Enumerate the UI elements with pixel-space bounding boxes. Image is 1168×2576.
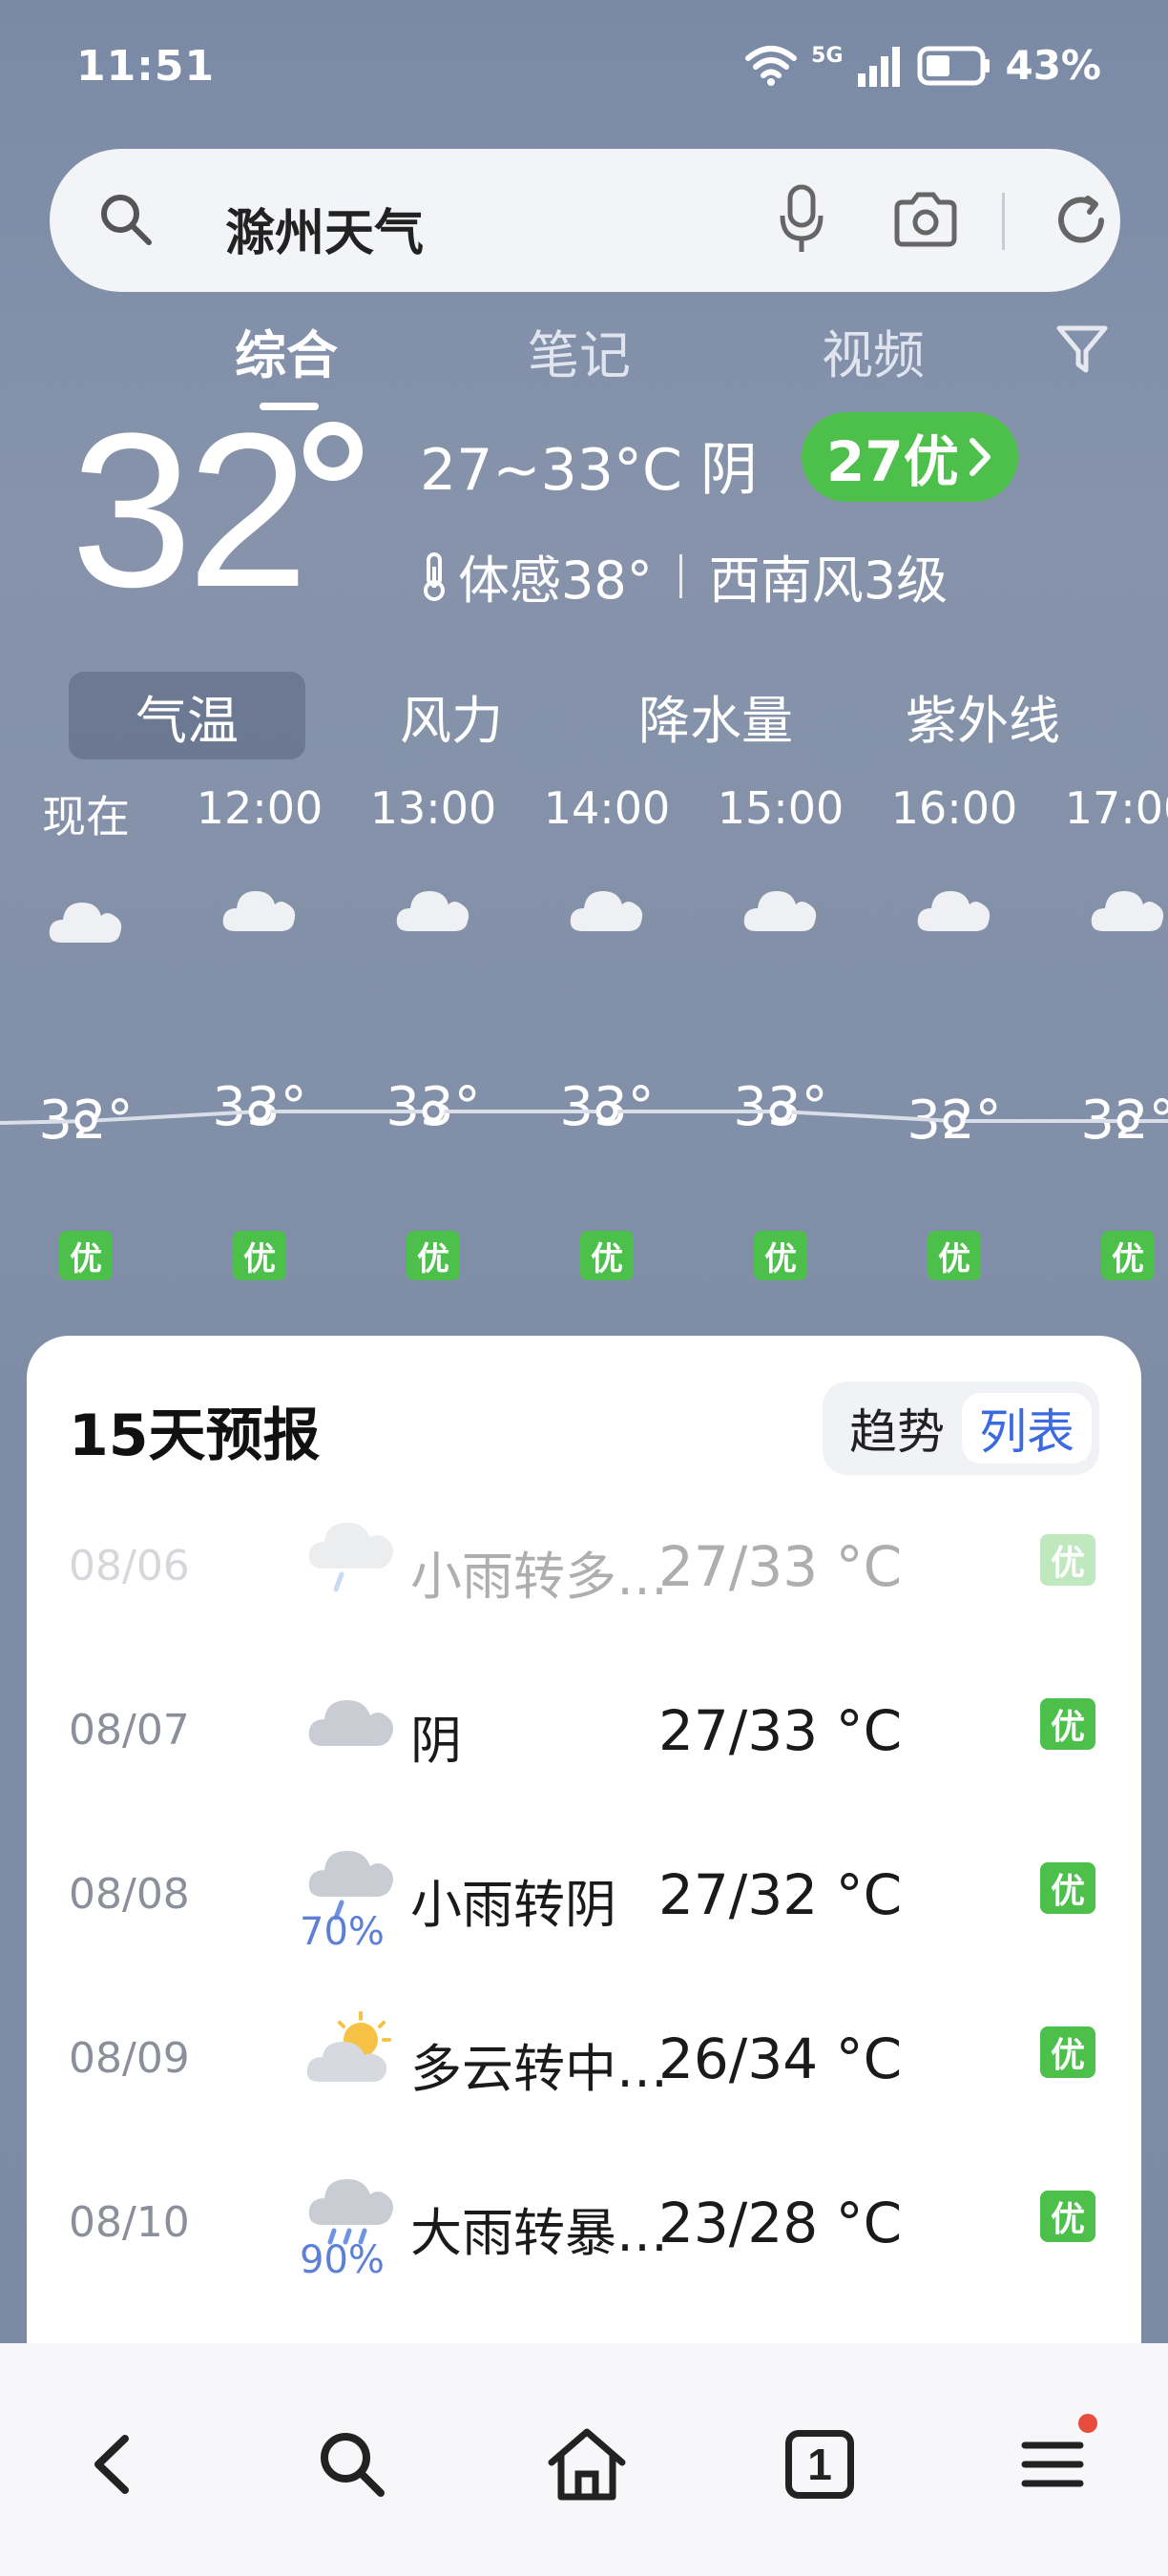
toggle-trend[interactable]: 趋势	[832, 1393, 962, 1464]
battery-percent: 43%	[1005, 42, 1101, 89]
current-temperature: 32	[71, 387, 309, 633]
temp-point	[769, 1100, 792, 1123]
forecast-temperature: 23/28 °C	[658, 2191, 903, 2255]
status-time: 11:51	[76, 42, 216, 91]
home-button[interactable]	[534, 2412, 639, 2517]
hour-aqi-badge: 优	[928, 1231, 981, 1280]
filter-icon[interactable]	[1053, 321, 1111, 378]
forecast-temperature: 27/32 °C	[658, 1862, 903, 1927]
temperature-curve	[0, 1100, 1168, 1132]
forecast-temperature: 27/33 °C	[658, 1698, 903, 1763]
forecast-aqi-badge: 优	[1040, 2191, 1095, 2242]
search-input[interactable]: 滁州天气	[225, 193, 424, 264]
forecast-aqi-badge: 优	[1040, 1698, 1095, 1750]
wifi-icon	[745, 45, 798, 86]
temp-point	[1116, 1110, 1139, 1132]
precipitation-probability: 70%	[300, 1910, 385, 1954]
forecast-description: 大雨转暴…	[410, 2203, 668, 2263]
forecast-temperature: 26/34 °C	[658, 2026, 903, 2091]
forecast-description: 多云转中…	[410, 2039, 668, 2099]
forecast-row[interactable]: 08/10 90% 大雨转暴… 23/28 °C 优	[27, 2179, 1141, 2360]
separator	[678, 553, 682, 598]
notification-dot	[1078, 2414, 1097, 2433]
search-button[interactable]	[300, 2412, 405, 2517]
temp-point	[943, 1110, 966, 1132]
forecast-row[interactable]: 08/08 70% 小雨转阴 27/32 °C 优	[27, 1851, 1141, 2032]
forecast-temperature: 27/33 °C	[658, 1534, 903, 1599]
back-icon	[94, 2435, 129, 2494]
forecast-aqi-badge: 优	[1040, 1534, 1095, 1586]
search-bar[interactable]: 滁州天气	[50, 149, 1120, 292]
hour-aqi-badge: 优	[580, 1231, 634, 1280]
temp-point	[248, 1100, 271, 1123]
hour-aqi-badge: 优	[59, 1231, 113, 1280]
bottom-nav: 1	[0, 2343, 1168, 2576]
status-indicators: 5G 43%	[744, 42, 1101, 89]
search-icon	[321, 2433, 385, 2497]
forecast-aqi-badge: 优	[1040, 2026, 1095, 2078]
forecast-row[interactable]: 08/07 阴 27/33 °C 优	[27, 1698, 1141, 1868]
back-button[interactable]	[61, 2412, 166, 2517]
search-divider	[1002, 193, 1005, 250]
menu-icon	[1021, 2441, 1084, 2487]
forecast-row[interactable]: 08/09 多云转中… 26/34 °C 优	[27, 2011, 1141, 2196]
refresh-icon[interactable]	[1052, 191, 1111, 250]
metric-chips: 气温 风力 降水量 紫外线	[0, 672, 1168, 763]
view-toggle: 趋势 列表	[823, 1381, 1099, 1475]
chip-uv[interactable]: 紫外线	[878, 672, 1088, 759]
home-icon	[548, 2428, 626, 2501]
feels-like-row: 体感38° 西南风3级	[420, 538, 948, 613]
temp-point	[74, 1110, 97, 1132]
tabs-button[interactable]: 1	[767, 2412, 872, 2517]
degree-symbol	[303, 422, 363, 481]
precipitation-probability: 90%	[300, 2238, 385, 2282]
forecast-card: 15天预报 趋势 列表 08/06 小雨转多… 27/33 °C 优 08/07 阴 27/…	[27, 1336, 1141, 2366]
aqi-value: 27优	[826, 429, 959, 494]
tab-count: 1	[785, 2430, 854, 2499]
forecast-description: 小雨转阴	[410, 1875, 616, 1935]
cloud-icon	[308, 1700, 393, 1746]
rain-cloud-icon	[308, 1523, 393, 1592]
forecast-date: 08/06	[69, 1542, 190, 1590]
signal-icon	[858, 46, 901, 87]
hour-aqi-badge: 优	[1101, 1231, 1155, 1280]
forecast-date: 08/07	[69, 1706, 190, 1755]
feels-like: 体感38°	[458, 551, 653, 611]
chip-wind[interactable]: 风力	[353, 672, 550, 759]
wind-info: 西南风3级	[708, 551, 949, 611]
microphone-icon[interactable]	[777, 183, 826, 256]
camera-icon[interactable]	[893, 191, 958, 248]
menu-button[interactable]	[1000, 2412, 1105, 2517]
forecast-description: 阴	[410, 1711, 462, 1771]
status-bar: 11:51 5G 43%	[0, 0, 1168, 134]
temp-point	[595, 1100, 618, 1123]
hourly-forecast[interactable]: 现在32°优12:0033°优13:0033°优14:0033°优15:0033…	[0, 782, 1168, 1280]
aqi-badge[interactable]: 27优	[802, 412, 1018, 502]
chip-temperature[interactable]: 气温	[69, 672, 305, 759]
tab-notes[interactable]: 笔记	[528, 313, 631, 388]
forecast-row[interactable]: 08/06 小雨转多… 27/33 °C 优	[27, 1523, 1141, 1704]
network-type: 5G	[811, 44, 844, 68]
hour-aqi-badge: 优	[754, 1231, 807, 1280]
temp-point	[422, 1100, 445, 1123]
temperature-range: 27~33°C 阴	[420, 437, 758, 504]
chip-precipitation[interactable]: 降水量	[611, 672, 821, 759]
forecast-description: 小雨转多…	[410, 1547, 668, 1607]
thermometer-icon	[424, 551, 445, 601]
tab-videos[interactable]: 视频	[822, 313, 925, 388]
forecast-date: 08/08	[69, 1870, 190, 1919]
forecast-date: 08/10	[69, 2198, 190, 2247]
hour-aqi-badge: 优	[407, 1231, 460, 1280]
forecast-date: 08/09	[69, 2034, 190, 2083]
sun-cloud-icon	[306, 2011, 391, 2082]
forecast-aqi-badge: 优	[1040, 1862, 1095, 1914]
tab-comprehensive[interactable]: 综合	[235, 313, 338, 388]
toggle-list[interactable]: 列表	[962, 1393, 1092, 1464]
battery-icon	[917, 46, 991, 85]
forecast-title: 15天预报	[69, 1402, 321, 1469]
chevron-right-icon	[969, 438, 991, 476]
search-icon	[101, 195, 152, 245]
hour-aqi-badge: 优	[233, 1231, 286, 1280]
